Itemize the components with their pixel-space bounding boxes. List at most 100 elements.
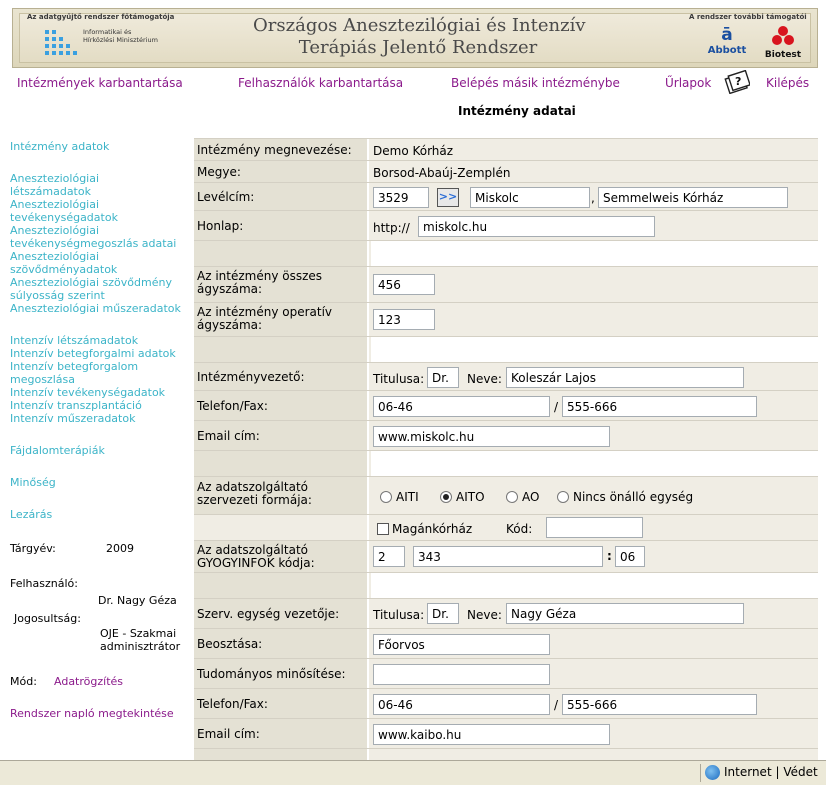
total-beds-input[interactable]	[373, 274, 435, 295]
radio-aiti[interactable]	[380, 491, 392, 503]
value-cell: >> ,	[371, 183, 818, 210]
radio-aito[interactable]	[440, 491, 452, 503]
sidebar-item-pain-therapy[interactable]: Fájdalomterápiák	[10, 444, 105, 457]
sidebar-item-anest-activity-2[interactable]: tevékenységadatok	[10, 211, 118, 224]
ministry-logo-icon	[45, 30, 77, 55]
phone-input[interactable]	[373, 396, 550, 417]
private-hospital-checkbox[interactable]	[377, 523, 389, 535]
label-cell	[194, 337, 369, 362]
homepage-input[interactable]	[418, 216, 655, 237]
nav-institutions-maintenance[interactable]: Intézmények karbantartása	[17, 76, 183, 90]
operative-beds-label: Az intézmény operatív ágyszáma:	[197, 305, 333, 332]
position-input[interactable]	[373, 634, 550, 655]
street-input[interactable]	[598, 187, 788, 208]
form-row-phone-2: Telefon/Fax: /	[194, 688, 818, 718]
mode-label: Mód:	[10, 675, 37, 688]
label-cell: Megye:	[194, 161, 369, 182]
address-lookup-button[interactable]: >>	[437, 188, 459, 207]
help-document-icon[interactable]: ?	[724, 70, 750, 94]
form-row-spacer	[194, 240, 818, 266]
county-label: Megye:	[197, 165, 241, 179]
label-cell: Levélcím:	[194, 183, 369, 210]
form-row-unit-head: Szerv. egység vezetője: Titulusa: Neve:	[194, 598, 818, 628]
degree-input[interactable]	[373, 664, 550, 685]
label-cell: Az intézmény összes ágyszáma:	[194, 267, 369, 302]
form-row-org-form: Az adatszolgáltató szervezeti formája: A…	[194, 476, 818, 514]
permission-value-1: OJE - Szakmai	[100, 627, 177, 640]
system-title-line2: Terápiás Jelentő Rendszer	[298, 37, 538, 58]
biotest-wordmark: Biotest	[764, 50, 802, 60]
sidebar-item-int-patient-flow[interactable]: Intenzív betegforgalmi adatok	[10, 347, 176, 360]
value-cell: AITI AITO AO Nincs önálló egység	[371, 477, 818, 514]
sidebar-item-int-activity[interactable]: Intenzív tevékenységadatok	[10, 386, 165, 399]
unit-head-name-label: Neve:	[467, 608, 502, 622]
label-cell: Email cím:	[194, 421, 369, 450]
sidebar-item-anest-complications[interactable]: Aneszteziológiai	[10, 250, 99, 263]
fax-input[interactable]	[562, 396, 757, 417]
operative-beds-input[interactable]	[373, 309, 435, 330]
unit-head-label: Szerv. egység vezetője:	[197, 607, 340, 621]
abbott-logo: ā Abbott	[703, 25, 751, 65]
abbott-symbol-icon: ā	[721, 25, 733, 45]
sidebar-item-anest-severity-2[interactable]: súlyosság szerint	[10, 289, 105, 302]
sidebar-item-quality[interactable]: Minőség	[10, 476, 56, 489]
nav-forms[interactable]: Űrlapok	[665, 76, 711, 90]
gyogyinfok-code-1[interactable]	[373, 546, 405, 567]
phone-2-input[interactable]	[373, 694, 550, 715]
sidebar-item-int-flow-distribution-2[interactable]: megoszlása	[10, 373, 75, 386]
head-name-input[interactable]	[506, 367, 744, 388]
code-input[interactable]	[546, 517, 643, 538]
system-log-link[interactable]: Rendszer napló megtekintése	[10, 707, 174, 720]
value-cell	[371, 451, 818, 476]
nav-enter-other-institution[interactable]: Belépés másik intézménybe	[451, 76, 620, 90]
radio-ao[interactable]	[506, 491, 518, 503]
slash-separator: /	[554, 698, 559, 712]
sidebar-item-anest-distribution-2[interactable]: tevékenységmegoszlás adatai	[10, 237, 176, 250]
sidebar-item-anest-severity[interactable]: Aneszteziológiai szövődmény	[10, 276, 172, 289]
sidebar-item-closing[interactable]: Lezárás	[10, 508, 52, 521]
sidebar-item-anest-distribution[interactable]: Aneszteziológiai	[10, 224, 99, 237]
form-row-county: Megye: Borsod-Abaúj-Zemplén	[194, 160, 818, 182]
fax-2-input[interactable]	[562, 694, 757, 715]
http-prefix: http://	[373, 221, 410, 235]
label-cell: Telefon/Fax:	[194, 391, 369, 420]
city-input[interactable]	[470, 187, 590, 208]
svg-text:?: ?	[735, 75, 741, 88]
label-cell	[194, 451, 369, 476]
nav-logout[interactable]: Kilépés	[766, 76, 809, 90]
label-cell: Szerv. egység vezetője:	[194, 599, 369, 628]
position-label: Beosztása:	[197, 637, 263, 651]
sidebar-item-institution-data[interactable]: Intézmény adatok	[10, 140, 109, 153]
name-label: Intézmény megnevezése:	[197, 143, 352, 157]
permission-label: Jogosultság:	[14, 612, 81, 625]
sidebar-item-int-flow-distribution[interactable]: Intenzív betegforgalom	[10, 360, 138, 373]
form-row-address: Levélcím: >> ,	[194, 182, 818, 210]
gyogyinfok-code-3[interactable]	[615, 546, 645, 567]
sidebar-item-int-instruments[interactable]: Intenzív műszeradatok	[10, 412, 135, 425]
sidebar-item-int-transplant[interactable]: Intenzív transzplantáció	[10, 399, 142, 412]
value-cell: Magánkórház Kód:	[371, 515, 818, 540]
email-2-input[interactable]	[373, 724, 610, 745]
sidebar-item-int-staff[interactable]: Intenzív létszámadatok	[10, 334, 138, 347]
mode-value[interactable]: Adatrögzítés	[54, 675, 123, 688]
unit-head-name-input[interactable]	[506, 603, 744, 624]
email-input[interactable]	[373, 426, 610, 447]
value-cell: /	[371, 689, 818, 718]
sidebar-item-anest-activity[interactable]: Aneszteziológiai	[10, 198, 99, 211]
gyogyinfok-code-2[interactable]	[413, 546, 603, 567]
nav-users-maintenance[interactable]: Felhasználók karbantartása	[238, 76, 403, 90]
org-form-label: Az adatszolgáltató szervezeti formája:	[197, 480, 312, 507]
form-row-phone: Telefon/Fax: /	[194, 390, 818, 420]
sidebar-item-anest-staff[interactable]: Aneszteziológiai	[10, 172, 99, 185]
head-title-input[interactable]	[427, 367, 459, 388]
sidebar-item-anest-complications-2[interactable]: szövődményadatok	[10, 263, 117, 276]
zip-input[interactable]	[373, 187, 429, 208]
label-cell: Honlap:	[194, 211, 369, 240]
unit-head-title-input[interactable]	[427, 603, 459, 624]
value-cell	[371, 629, 818, 658]
radio-no-unit[interactable]	[557, 491, 569, 503]
form-row-spacer	[194, 336, 818, 362]
sidebar-item-anest-instruments[interactable]: Aneszteziológiai műszeradatok	[10, 302, 181, 315]
sidebar-item-anest-staff-2[interactable]: létszámadatok	[10, 185, 91, 198]
year-value: 2009	[106, 542, 134, 555]
